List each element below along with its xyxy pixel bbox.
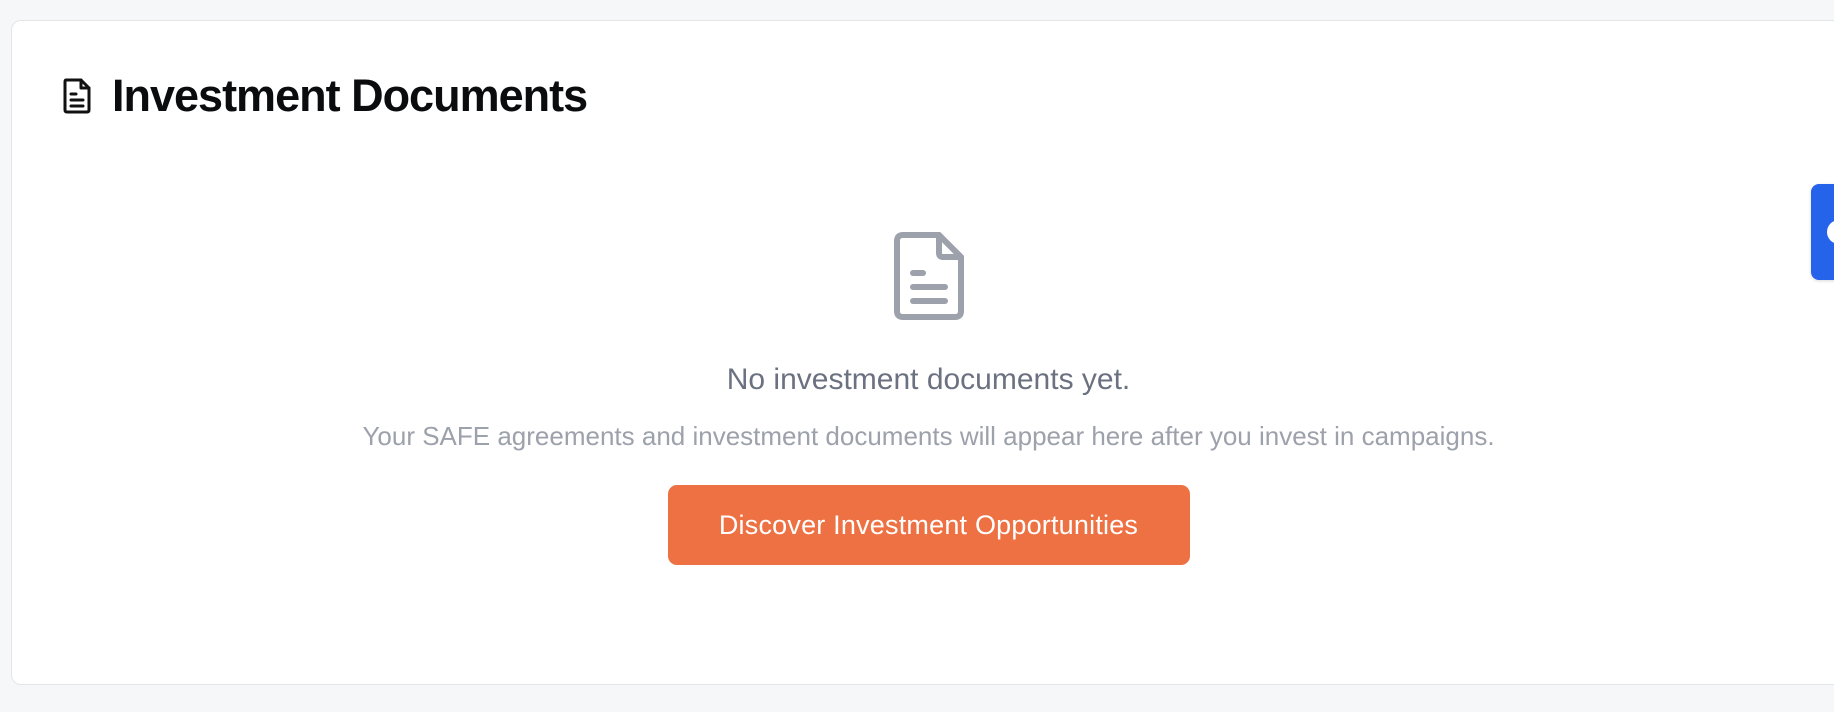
discover-opportunities-button[interactable]: Discover Investment Opportunities: [667, 485, 1190, 565]
page-title: Investment Documents: [112, 70, 588, 121]
circle-icon: [1827, 220, 1834, 244]
card-header: Investment Documents: [62, 70, 588, 121]
empty-state-description: Your SAFE agreements and investment docu…: [362, 421, 1495, 451]
side-feedback-tab[interactable]: [1811, 184, 1834, 280]
document-icon: [893, 231, 965, 321]
empty-state-title: No investment documents yet.: [726, 363, 1131, 396]
document-icon: [62, 77, 92, 115]
investment-documents-card: Investment Documents No investment docum…: [11, 20, 1834, 685]
empty-state: No investment documents yet. Your SAFE a…: [12, 231, 1834, 565]
